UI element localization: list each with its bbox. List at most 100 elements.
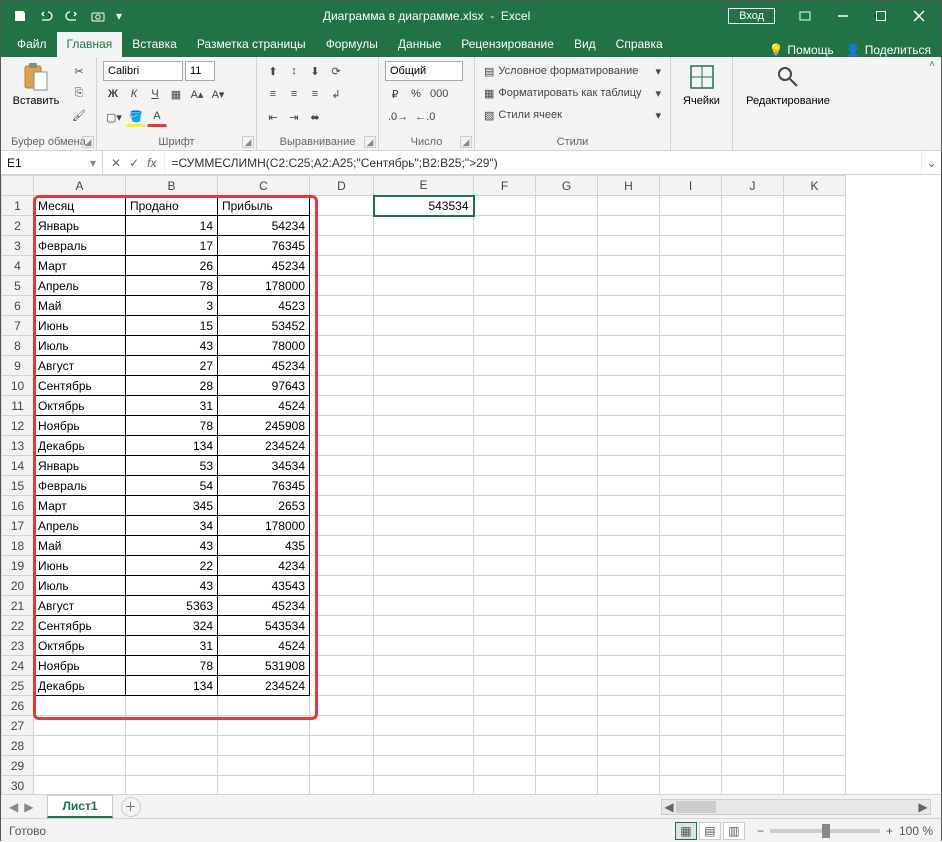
cell-G1[interactable] — [536, 196, 598, 216]
copy-icon[interactable]: ⎘ — [69, 83, 89, 103]
row-header-26[interactable]: 26 — [2, 696, 34, 716]
tell-me[interactable]: 💡Помощь — [768, 43, 833, 57]
tab-data[interactable]: Данные — [388, 32, 451, 57]
cell-C4[interactable]: 45234 — [218, 256, 310, 276]
cell-C15[interactable]: 76345 — [218, 476, 310, 496]
sheet-nav-prev-icon[interactable]: ◀ — [9, 800, 18, 814]
cell-E30[interactable] — [374, 776, 474, 795]
decrease-font-icon[interactable]: A▾ — [208, 84, 228, 104]
sheet-nav-next-icon[interactable]: ▶ — [24, 800, 33, 814]
cell-F18[interactable] — [474, 536, 536, 556]
cell-E5[interactable] — [374, 276, 474, 296]
cell-D22[interactable] — [310, 616, 374, 636]
cell-H7[interactable] — [598, 316, 660, 336]
cell-C13[interactable]: 234524 — [218, 436, 310, 456]
number-format-input[interactable] — [385, 61, 463, 81]
cell-E4[interactable] — [374, 256, 474, 276]
view-page-break-icon[interactable]: ▥ — [723, 822, 745, 840]
col-header-H[interactable]: H — [598, 176, 660, 196]
cell-C29[interactable] — [218, 756, 310, 776]
cell-G20[interactable] — [536, 576, 598, 596]
cell-H3[interactable] — [598, 236, 660, 256]
cell-A2[interactable]: Январь — [34, 216, 126, 236]
font-size-input[interactable] — [185, 61, 215, 81]
italic-button[interactable]: К — [124, 84, 144, 104]
cell-I22[interactable] — [660, 616, 722, 636]
cell-A11[interactable]: Октябрь — [34, 396, 126, 416]
row-header-7[interactable]: 7 — [2, 316, 34, 336]
enter-formula-icon[interactable]: ✓ — [129, 156, 139, 170]
font-launcher-icon[interactable]: ◢ — [242, 136, 254, 148]
cell-H4[interactable] — [598, 256, 660, 276]
cell-B16[interactable]: 345 — [126, 496, 218, 516]
col-header-A[interactable]: A — [34, 176, 126, 196]
cell-A15[interactable]: Февраль — [34, 476, 126, 496]
cell-A3[interactable]: Февраль — [34, 236, 126, 256]
comma-icon[interactable]: 000 — [427, 84, 451, 104]
cell-C22[interactable]: 543534 — [218, 616, 310, 636]
cell-G19[interactable] — [536, 556, 598, 576]
cell-I6[interactable] — [660, 296, 722, 316]
cell-A20[interactable]: Июль — [34, 576, 126, 596]
cell-J2[interactable] — [722, 216, 784, 236]
cell-E15[interactable] — [374, 476, 474, 496]
cell-J11[interactable] — [722, 396, 784, 416]
cell-B29[interactable] — [126, 756, 218, 776]
cell-E28[interactable] — [374, 736, 474, 756]
tab-formulas[interactable]: Формулы — [316, 32, 388, 57]
row-header-21[interactable]: 21 — [2, 596, 34, 616]
clipboard-launcher-icon[interactable]: ◢ — [82, 136, 94, 148]
ribbon-display-icon[interactable] — [787, 1, 823, 31]
name-box[interactable]: E1 ▾ — [1, 151, 103, 174]
cell-C9[interactable]: 45234 — [218, 356, 310, 376]
cell-G9[interactable] — [536, 356, 598, 376]
cell-C11[interactable]: 4524 — [218, 396, 310, 416]
cell-C16[interactable]: 2653 — [218, 496, 310, 516]
row-header-4[interactable]: 4 — [2, 256, 34, 276]
cell-I8[interactable] — [660, 336, 722, 356]
align-middle-icon[interactable]: ↕ — [284, 61, 304, 81]
cell-A1[interactable]: Месяц — [34, 196, 126, 216]
conditional-formatting-button[interactable]: ▤Условное форматирование▾ — [481, 61, 664, 81]
cell-F10[interactable] — [474, 376, 536, 396]
cell-F3[interactable] — [474, 236, 536, 256]
cell-H1[interactable] — [598, 196, 660, 216]
tab-review[interactable]: Рецензирование — [451, 32, 564, 57]
cell-F12[interactable] — [474, 416, 536, 436]
cell-I11[interactable] — [660, 396, 722, 416]
cell-E9[interactable] — [374, 356, 474, 376]
row-header-23[interactable]: 23 — [2, 636, 34, 656]
cell-F9[interactable] — [474, 356, 536, 376]
cell-H11[interactable] — [598, 396, 660, 416]
cell-C19[interactable]: 4234 — [218, 556, 310, 576]
cell-B15[interactable]: 54 — [126, 476, 218, 496]
cell-B23[interactable]: 31 — [126, 636, 218, 656]
cell-E13[interactable] — [374, 436, 474, 456]
cell-J9[interactable] — [722, 356, 784, 376]
cell-D20[interactable] — [310, 576, 374, 596]
row-header-28[interactable]: 28 — [2, 736, 34, 756]
align-left-icon[interactable]: ≡ — [263, 84, 283, 104]
view-normal-icon[interactable]: ▦ — [675, 822, 697, 840]
save-icon[interactable] — [9, 5, 31, 27]
cell-B1[interactable]: Продано — [126, 196, 218, 216]
cell-K13[interactable] — [784, 436, 846, 456]
cell-G27[interactable] — [536, 716, 598, 736]
col-header-D[interactable]: D — [310, 176, 374, 196]
increase-decimal-icon[interactable]: .0→ — [385, 107, 411, 127]
cell-G12[interactable] — [536, 416, 598, 436]
row-header-3[interactable]: 3 — [2, 236, 34, 256]
expand-formula-bar-icon[interactable]: ⌄ — [921, 151, 941, 174]
cell-A4[interactable]: Март — [34, 256, 126, 276]
cell-A16[interactable]: Март — [34, 496, 126, 516]
hscroll-left-icon[interactable]: ◀ — [662, 800, 676, 814]
row-header-30[interactable]: 30 — [2, 776, 34, 795]
cell-C28[interactable] — [218, 736, 310, 756]
cell-C21[interactable]: 45234 — [218, 596, 310, 616]
format-painter-icon[interactable]: 🖌 — [69, 105, 89, 125]
cell-D16[interactable] — [310, 496, 374, 516]
formula-input[interactable]: =СУММЕСЛИМН(C2:C25;A2:A25;"Сентябрь";B2:… — [165, 156, 921, 170]
cell-D17[interactable] — [310, 516, 374, 536]
cell-J18[interactable] — [722, 536, 784, 556]
cell-A18[interactable]: Май — [34, 536, 126, 556]
